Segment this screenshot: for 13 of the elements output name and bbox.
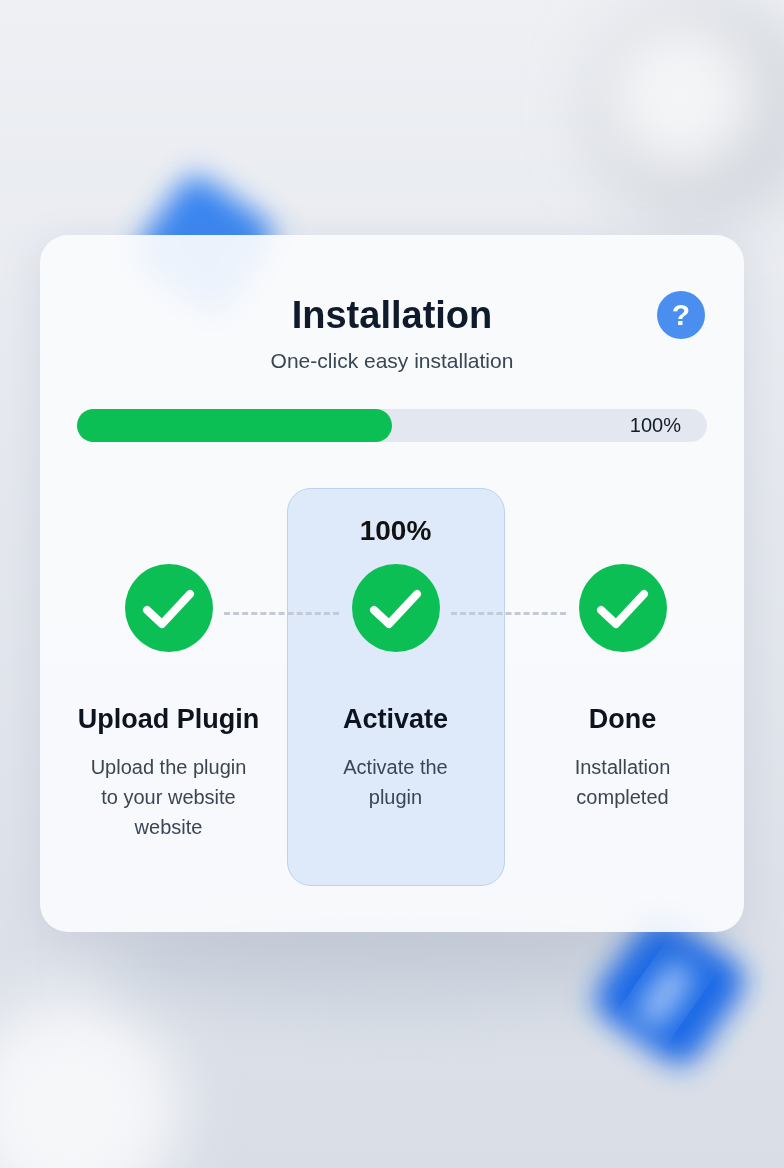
step-description: Installation completed [573, 755, 672, 810]
step-title: Activate [342, 703, 448, 736]
card-title: Installation [291, 293, 493, 338]
step-percent: 100% [359, 515, 432, 546]
step-description: Upload the plugin to your website website [89, 755, 248, 840]
card-subtitle: One-click easy installation [269, 349, 515, 373]
step-column[interactable]: Upload Plugin Upload the plugin to your website website [59, 488, 278, 886]
step-description: Activate the plugin [342, 755, 449, 810]
step-title: Done [588, 703, 657, 736]
step-column[interactable]: Done Installation completed [513, 488, 732, 886]
step-title: Upload Plugin [77, 703, 260, 736]
progress-reading: 100% [629, 414, 681, 437]
step-highlight-panel[interactable]: 100% Activate Activate the plugin [286, 488, 505, 886]
